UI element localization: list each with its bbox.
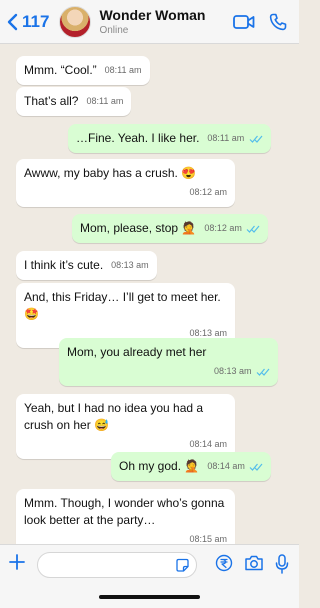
message-bubble-incoming: Mmm. Though, I wonder who’s gonna look b… [16,489,235,544]
camera-icon[interactable] [244,554,264,572]
message-bubble-incoming: Yeah, but I had no idea you had a crush … [16,394,235,459]
message-text: Mom, please, stop 🤦 [80,221,197,235]
unread-count: 117 [22,11,50,31]
message-bubble-incoming: I think it’s cute. 08:13 am [16,251,157,280]
microphone-icon[interactable] [275,554,289,574]
message-text: That’s all? [24,94,79,108]
chevron-left-icon [7,13,18,30]
message-text: Awww, my baby has a crush. 😍 [24,166,197,180]
message-time: 08:14 am [189,439,227,449]
plus-icon[interactable] [8,553,26,571]
message-text: Mmm. “Cool.” [24,63,97,77]
message-time: 08:11 am [104,65,142,75]
message-input[interactable] [37,552,197,578]
message-time: 08:12 am [189,187,227,197]
contact-name: Wonder Woman [99,7,206,23]
message-time: 08:13 am [213,366,252,376]
message-time: 08:15 am [189,534,227,544]
message-time: 08:13 am [111,260,149,270]
message-time: 08:11 am [207,133,245,143]
message-text: And, this Friday… I’ll get to meet her. … [24,290,221,321]
message-bubble-incoming: That’s all? 08:11 am [16,87,132,116]
message-text: Mom, you already met her [67,345,207,359]
double-check-icon [249,135,263,143]
message-text: I think it’s cute. [24,258,104,272]
contact-status: Online [99,25,129,36]
message-text: …Fine. Yeah. I like her. [76,131,200,145]
message-text: Yeah, but I had no idea you had a crush … [24,401,204,432]
contact-info[interactable]: Wonder Woman Online [99,7,205,36]
message-bubble-outgoing: …Fine. Yeah. I like her. 08:11 am [68,124,271,153]
phone-call-icon[interactable] [269,13,287,31]
message-bubble-outgoing: Mom, you already met her 08:13 am [59,338,278,386]
home-indicator [99,595,200,599]
message-time: 08:14 am [207,461,245,471]
double-check-icon [246,225,260,233]
message-bubble-incoming: Awww, my baby has a crush. 😍 08:12 am [16,159,235,207]
message-text: Mmm. Though, I wonder who’s gonna look b… [24,496,225,527]
video-call-icon[interactable] [233,14,255,30]
double-check-icon [256,368,270,376]
avatar[interactable] [59,5,92,38]
message-text: Oh my god. 🤦 [119,459,200,473]
rupee-payment-icon[interactable] [215,554,233,572]
message-time: 08:11 am [86,96,124,106]
back-button[interactable]: 117 [6,12,49,32]
chat-header: 117 Wonder Woman Online [0,0,299,44]
sticker-icon[interactable] [175,558,190,573]
message-time: 08:12 am [204,223,242,233]
double-check-icon [249,463,263,471]
message-bubble-outgoing: Mom, please, stop 🤦 08:12 am [72,214,269,243]
message-input-bar [0,544,299,608]
message-list[interactable]: Mmm. “Cool.” 08:11 am That’s all? 08:11 … [0,44,299,544]
message-bubble-outgoing: Oh my god. 🤦 08:14 am [111,452,272,481]
message-bubble-incoming: Mmm. “Cool.” 08:11 am [16,56,150,85]
